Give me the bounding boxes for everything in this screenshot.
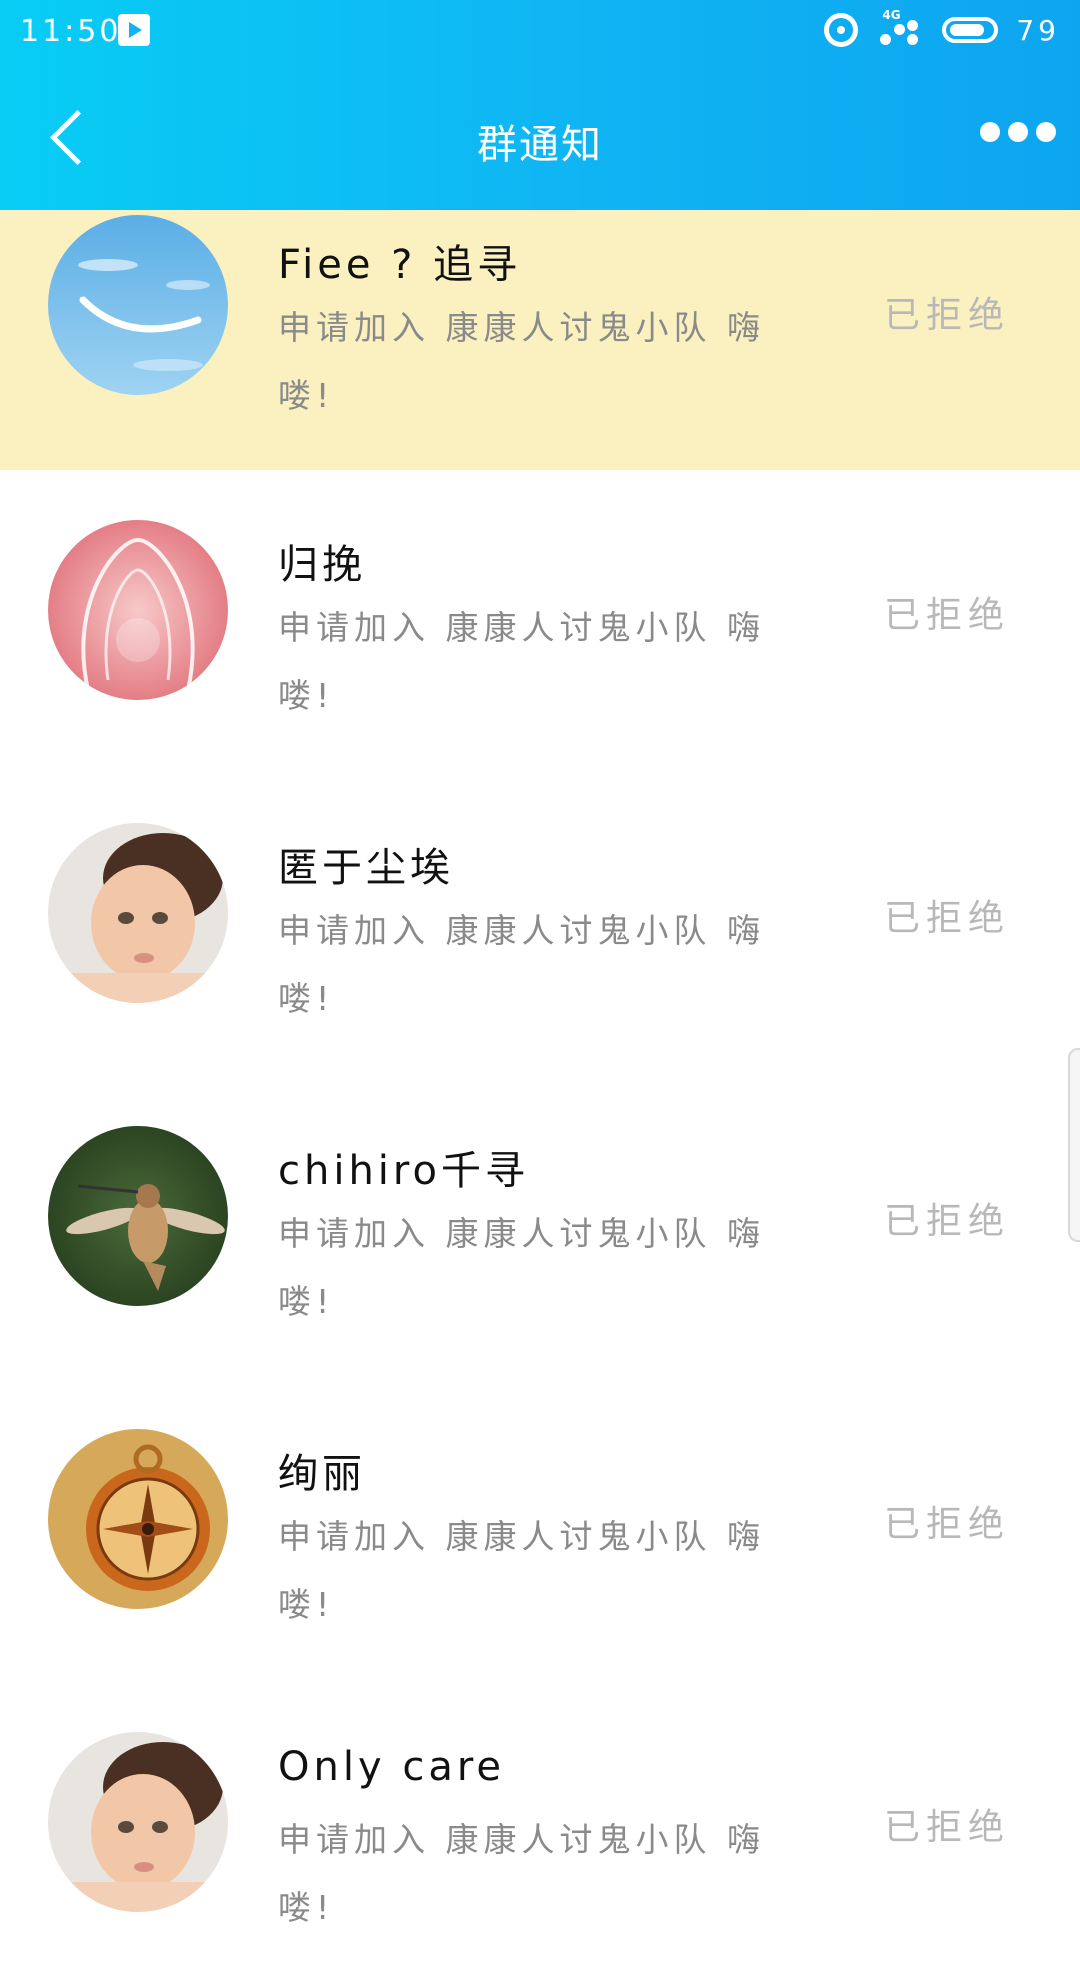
status-icons: 4G 79: [824, 8, 1060, 50]
request-status: 已拒绝: [884, 1807, 1011, 1848]
request-message: 申请加入 康康人讨鬼小队 嗨喽!: [278, 1517, 765, 1624]
compass-avatar: [48, 1429, 228, 1609]
battery-level: 79: [1016, 13, 1060, 47]
notification-row[interactable]: chihiro千寻 申请加入 康康人讨鬼小队 嗨喽! 已拒绝: [0, 1076, 1080, 1379]
status-bar: 11:50 4G 79: [0, 0, 1080, 66]
request-status: 已拒绝: [884, 295, 1011, 336]
request-message: 申请加入 康康人讨鬼小队 嗨喽!: [278, 608, 765, 715]
more-dot-icon: [1008, 122, 1028, 142]
baby-avatar: [48, 823, 228, 1003]
notification-row[interactable]: 归挽 申请加入 康康人讨鬼小队 嗨喽! 已拒绝: [0, 470, 1080, 773]
notification-row[interactable]: Fiee ? 追寻 申请加入 康康人讨鬼小队 嗨喽! 已拒绝: [0, 210, 1080, 470]
notification-row[interactable]: 匿于尘埃 申请加入 康康人讨鬼小队 嗨喽! 已拒绝: [0, 773, 1080, 1076]
more-dot-icon: [1036, 122, 1056, 142]
requester-name: 匿于尘埃: [278, 845, 454, 891]
signal-dot: [894, 24, 906, 35]
request-status: 已拒绝: [884, 1504, 1011, 1545]
requester-name: 归挽: [278, 542, 366, 588]
signal-dot: [880, 34, 892, 45]
signal-dot: [907, 34, 919, 45]
notification-row[interactable]: Only care 申请加入 康康人讨鬼小队 嗨喽! 已拒绝: [0, 1682, 1080, 1985]
more-dot-icon: [980, 122, 1000, 142]
more-options-button[interactable]: [980, 110, 1056, 154]
nav-bar: 群通知: [0, 66, 1080, 210]
signal-icon: 4G: [876, 8, 924, 48]
requester-name: chihiro千寻: [278, 1148, 529, 1194]
request-message: 申请加入 康康人讨鬼小队 嗨喽!: [278, 1820, 765, 1927]
requester-name: Fiee ? 追寻: [278, 242, 522, 288]
signal-dot: [907, 20, 919, 31]
notification-list: Fiee ? 追寻 申请加入 康康人讨鬼小队 嗨喽! 已拒绝 归挽 申请加入 康…: [0, 210, 1080, 1985]
hummingbird-avatar: [48, 1126, 228, 1306]
pink-light-avatar: [48, 520, 228, 700]
play-store-icon: [118, 14, 150, 46]
request-message: 申请加入 康康人讨鬼小队 嗨喽!: [278, 308, 765, 415]
scrollbar-handle[interactable]: [1068, 1048, 1080, 1242]
sky-smile-avatar: [48, 215, 228, 395]
baby-avatar: [48, 1732, 228, 1912]
status-time: 11:50: [20, 14, 122, 49]
request-message: 申请加入 康康人讨鬼小队 嗨喽!: [278, 1214, 765, 1321]
battery-icon: [942, 17, 999, 43]
hotspot-icon: [824, 13, 859, 47]
request-message: 申请加入 康康人讨鬼小队 嗨喽!: [278, 911, 765, 1018]
page-title: 群通知: [477, 122, 603, 168]
requester-name: 绚丽: [278, 1451, 366, 1497]
app-header: 11:50 4G 79 群通知: [0, 0, 1080, 210]
request-status: 已拒绝: [884, 595, 1011, 636]
notification-row[interactable]: 绚丽 申请加入 康康人讨鬼小队 嗨喽! 已拒绝: [0, 1379, 1080, 1682]
request-status: 已拒绝: [884, 1201, 1011, 1242]
request-status: 已拒绝: [884, 898, 1011, 939]
requester-name: Only care: [278, 1744, 506, 1790]
network-type: 4G: [882, 8, 901, 22]
